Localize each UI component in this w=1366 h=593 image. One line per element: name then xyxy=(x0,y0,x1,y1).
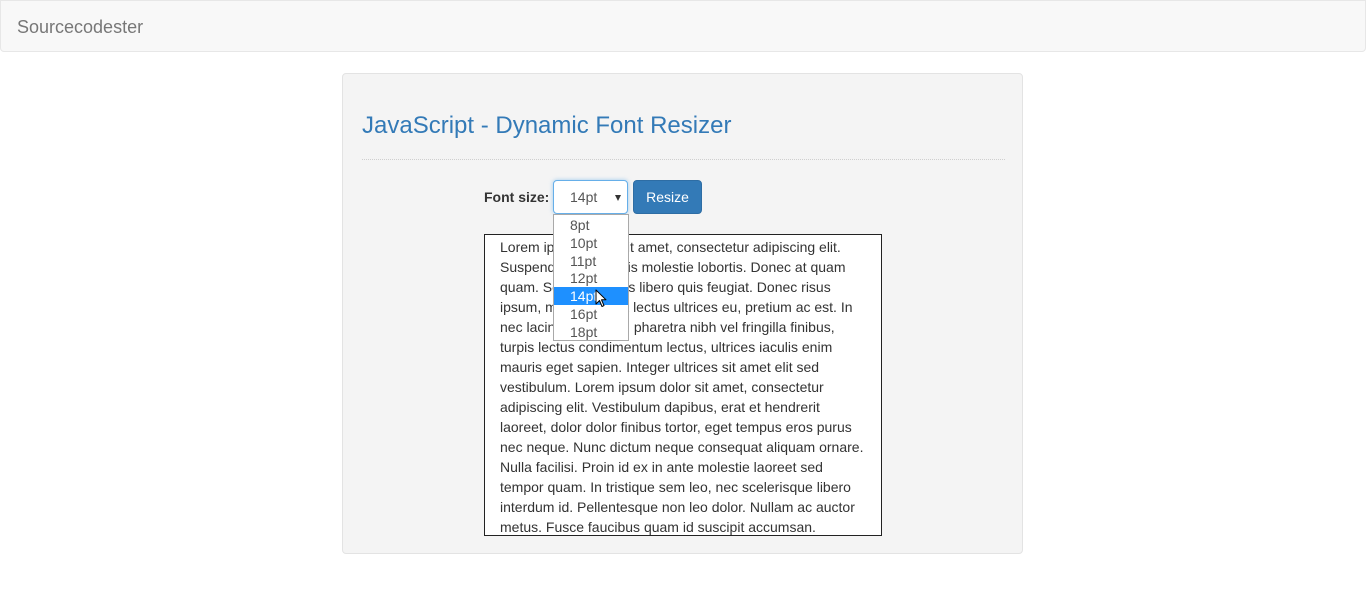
title-divider xyxy=(362,159,1005,160)
mouse-pointer-icon xyxy=(595,289,607,307)
font-size-dropdown-list[interactable]: 8pt 10pt 11pt 12pt 14pt 16pt 18pt xyxy=(553,214,629,341)
option-10pt[interactable]: 10pt xyxy=(554,234,628,252)
option-14pt[interactable]: 14pt xyxy=(554,287,628,305)
resizable-text-box: Lorem ipsum dolor sit amet, consectetur … xyxy=(484,234,882,536)
page-title: JavaScript - Dynamic Font Resizer xyxy=(362,112,732,139)
resize-button[interactable]: Resize xyxy=(633,180,702,214)
option-18pt[interactable]: 18pt xyxy=(554,323,628,341)
navbar-brand-link[interactable]: Sourcecodester xyxy=(17,17,143,37)
font-size-label: Font size: xyxy=(484,189,550,205)
option-8pt[interactable]: 8pt xyxy=(554,216,628,234)
resizer-panel: JavaScript - Dynamic Font Resizer Font s… xyxy=(342,73,1023,554)
option-12pt[interactable]: 12pt xyxy=(554,269,628,287)
navbar: Sourcecodester xyxy=(0,0,1366,52)
font-size-select-value: 14pt xyxy=(570,189,598,205)
option-16pt[interactable]: 16pt xyxy=(554,305,628,323)
option-11pt[interactable]: 11pt xyxy=(554,252,628,270)
chevron-down-icon xyxy=(615,195,621,201)
font-size-select[interactable]: 14pt xyxy=(553,180,628,214)
